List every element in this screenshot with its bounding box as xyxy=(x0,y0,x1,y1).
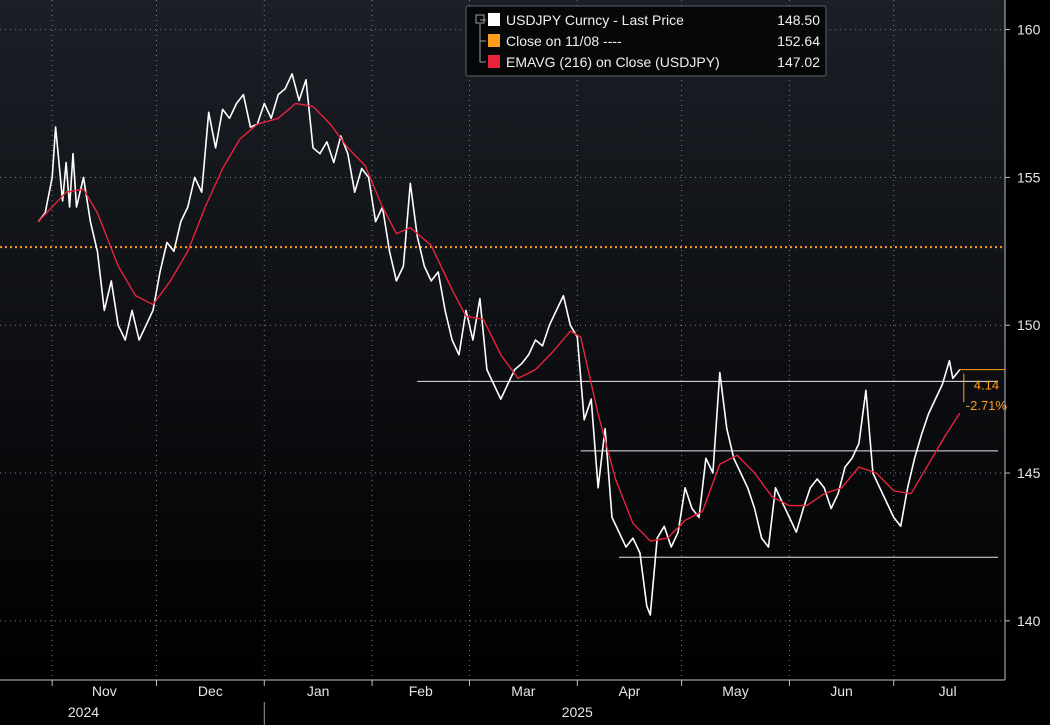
legend-value: 152.64 xyxy=(777,33,820,49)
x-tick-label: Jun xyxy=(830,683,853,699)
legend-label: Close on 11/08 ---- xyxy=(506,33,622,49)
x-tick-label: Mar xyxy=(511,683,535,699)
change-pct: -2.71% xyxy=(966,398,1008,413)
legend-swatch xyxy=(488,34,500,47)
legend-value: 148.50 xyxy=(777,12,820,28)
x-tick-label: May xyxy=(722,683,748,699)
legend: USDJPY Curncy - Last Price 148.50 Close on… xyxy=(465,5,827,77)
legend-label: EMAVG (216) on Close (USDJPY) xyxy=(506,54,720,70)
year-label: 2024 xyxy=(68,704,99,720)
x-tick-label: Apr xyxy=(619,683,641,699)
y-tick-label: 140 xyxy=(1017,613,1041,629)
x-tick-label: Feb xyxy=(409,683,433,699)
legend-swatch xyxy=(488,13,500,26)
y-tick-label: 160 xyxy=(1017,22,1041,38)
price-chart: 140 145 150 155 160 Nov Dec Jan Feb Mar Apr May Jun J… xyxy=(0,0,1041,725)
y-tick-label: 155 xyxy=(1017,169,1041,185)
y-tick-label: 145 xyxy=(1017,465,1041,481)
x-tick-label: Dec xyxy=(198,683,223,699)
year-label: 2025 xyxy=(562,704,593,720)
x-tick-label: Jan xyxy=(307,683,330,699)
legend-value: 147.02 xyxy=(777,54,820,70)
legend-label: USDJPY Curncy - Last Price xyxy=(506,12,684,28)
change-abs: 4.14 xyxy=(974,377,999,392)
y-tick-label: 150 xyxy=(1017,317,1041,333)
x-tick-label: Jul xyxy=(939,683,957,699)
chart-window: 140 145 150 155 160 Nov Dec Jan Feb Mar Apr May Jun J… xyxy=(0,0,1050,725)
plot-background xyxy=(0,0,1005,680)
x-tick-label: Nov xyxy=(92,683,117,699)
legend-swatch xyxy=(488,55,500,68)
